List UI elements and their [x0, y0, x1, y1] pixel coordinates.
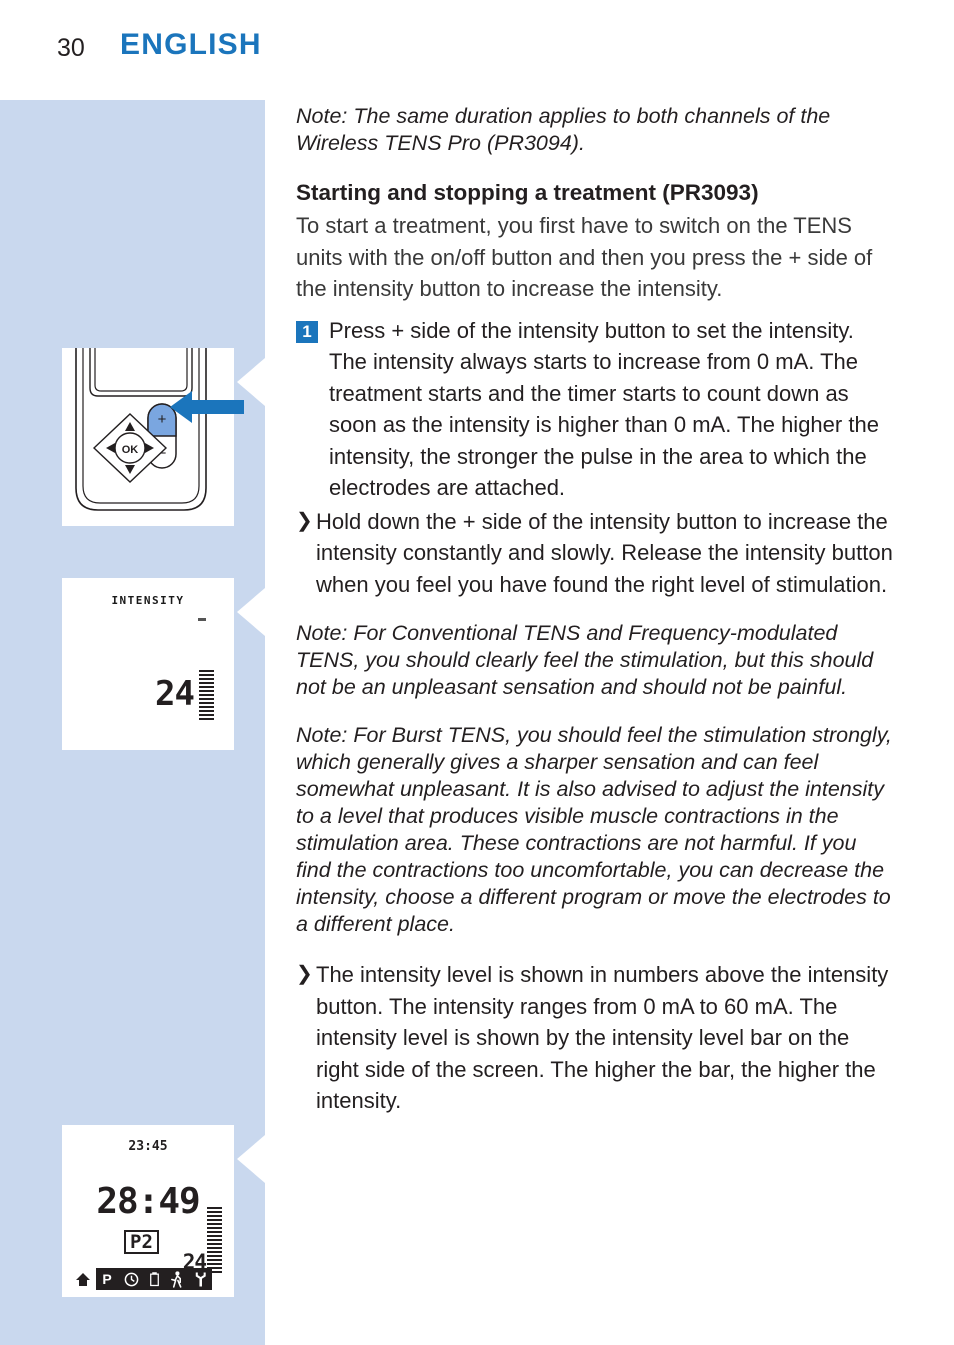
bullet-item: ❯ Hold down the + side of the intensity …	[296, 506, 896, 601]
note-duration: Note: The same duration applies to both …	[296, 104, 831, 155]
blue-pointer-arrow	[170, 391, 244, 423]
bullet-glyph-icon: ❯	[296, 963, 313, 985]
walking-person-icon	[170, 1270, 182, 1288]
clock-icon	[124, 1272, 139, 1286]
note-conventional-tens: Note: For Conventional TENS and Frequenc…	[296, 621, 874, 699]
intro-paragraph: To start a treatment, you first have to …	[296, 213, 873, 301]
bullet-item: ❯ The intensity level is shown in number…	[296, 959, 896, 1117]
bullet-glyph-icon: ❯	[296, 509, 313, 532]
lcd-program: P2	[124, 1230, 159, 1254]
svg-text:+: +	[158, 411, 167, 428]
lcd-intensity-value: 24	[155, 674, 195, 714]
step-text: Press + side of the intensity button to …	[329, 317, 879, 501]
svg-text:P: P	[103, 1271, 112, 1287]
lcd-intensity-label: INTENSITY	[111, 594, 185, 607]
page-header: 30 ENGLISH	[0, 28, 954, 74]
page-number: 30	[57, 34, 85, 62]
battery-icon	[150, 1272, 159, 1287]
figure-lcd-intensity: INTENSITY 24	[62, 578, 234, 750]
lcd-dash-indicator	[198, 618, 206, 621]
lcd-status-icon-bar: P	[96, 1268, 212, 1290]
figure-device-intensity-button: + − OK	[62, 348, 244, 526]
status-intensity-bar	[207, 1207, 222, 1275]
page-title: ENGLISH	[120, 28, 262, 61]
main-content: Note: The same duration applies to both …	[296, 103, 896, 1119]
program-p-icon: P	[103, 1271, 112, 1287]
instruction-steps: 1 Press + side of the intensity button t…	[296, 315, 896, 601]
bullet-text: Hold down the + side of the intensity bu…	[316, 508, 893, 597]
step-item: 1 Press + side of the intensity button t…	[296, 315, 896, 504]
intensity-level-bar	[199, 670, 214, 720]
step-number-badge: 1	[296, 320, 318, 343]
bullet-text: The intensity level is shown in numbers …	[316, 962, 889, 1113]
note-burst-tens: Note: For Burst TENS, you should feel th…	[296, 723, 892, 936]
wrench-icon	[195, 1272, 206, 1287]
section-heading: Starting and stopping a treatment (PR309…	[296, 180, 759, 205]
svg-text:OK: OK	[122, 444, 139, 456]
lcd-clock: 23:45	[128, 1139, 168, 1154]
figure-lcd-status: 23:45 28:49 P2 24 P	[62, 1125, 234, 1297]
home-icon	[76, 1273, 90, 1286]
